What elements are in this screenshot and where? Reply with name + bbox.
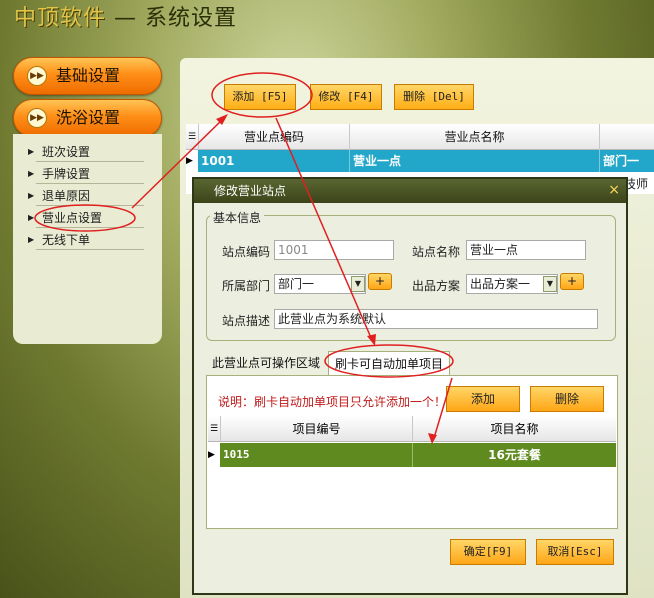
highlight-ellipse bbox=[211, 72, 313, 118]
arrow-head bbox=[367, 334, 376, 346]
annotation-overlay bbox=[34, 72, 454, 444]
arrow-line bbox=[433, 377, 453, 439]
arrow-line bbox=[131, 117, 225, 209]
arrow-line bbox=[275, 117, 373, 341]
highlight-ellipse bbox=[324, 344, 454, 378]
highlight-ellipse bbox=[34, 204, 136, 232]
